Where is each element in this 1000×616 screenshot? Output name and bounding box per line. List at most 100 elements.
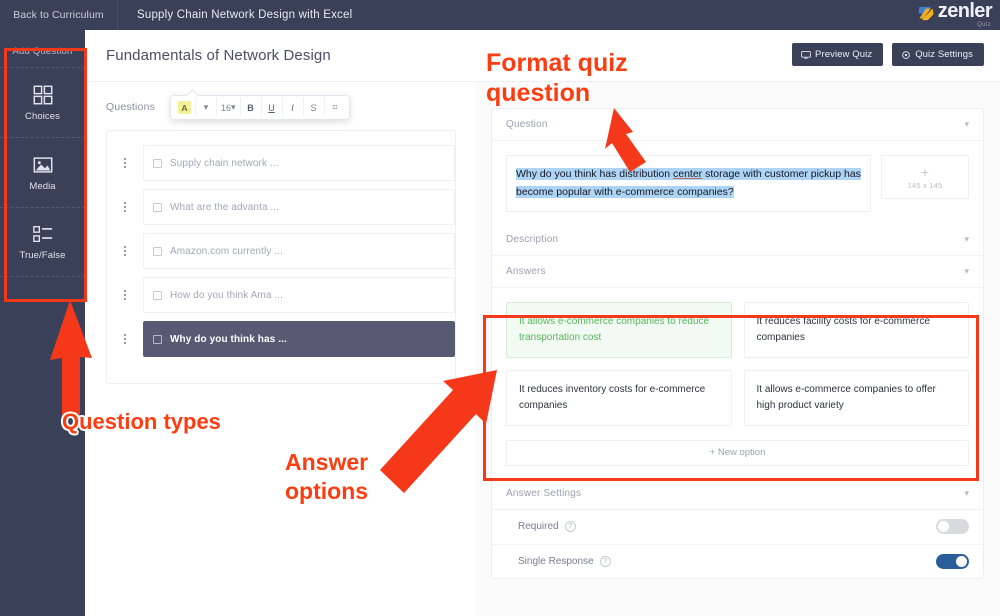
description-section-label: Description <box>506 233 559 245</box>
quiz-editor-screen: Back to Curriculum Supply Chain Network … <box>0 0 1000 616</box>
question-list-item-body[interactable]: What are the advanta ... <box>143 189 455 225</box>
link-button[interactable]: ⌗ <box>325 98 346 117</box>
text-color-dropdown[interactable]: ▾ <box>196 98 217 117</box>
question-list-item-body[interactable]: How do you think Ama ... <box>143 277 455 313</box>
question-list-item[interactable]: Supply chain network ... <box>107 145 455 181</box>
zenler-logo-text: zenler <box>937 0 993 22</box>
checkbox-icon <box>153 158 162 168</box>
zenler-logo-subtitle: Quiz <box>977 22 991 28</box>
top-bar: Back to Curriculum Supply Chain Network … <box>0 0 1000 30</box>
text-color-swatch: A <box>178 101 191 114</box>
header-actions: Preview Quiz Quiz Settings <box>792 43 984 66</box>
italic-button[interactable]: I <box>283 98 304 117</box>
drag-handle-icon[interactable] <box>107 334 143 344</box>
bold-button[interactable]: B <box>241 98 262 117</box>
question-type-media[interactable]: Media <box>0 137 85 207</box>
add-question-label: Add Question <box>12 46 73 57</box>
answer-option[interactable]: It reduces facility costs for e-commerce… <box>743 301 969 358</box>
monitor-icon <box>801 50 811 59</box>
chevron-down-icon[interactable]: ▾ <box>964 234 969 244</box>
question-list-item-body[interactable]: Supply chain network ... <box>143 145 455 181</box>
answer-setting-row: Required? <box>492 510 983 544</box>
back-to-curriculum-button[interactable]: Back to Curriculum <box>0 0 118 30</box>
help-icon[interactable]: ? <box>564 521 576 533</box>
panel-header: Fundamentals of Network Design Preview Q… <box>85 30 1000 82</box>
checkbox-icon <box>153 334 162 344</box>
answer-setting-toggle[interactable] <box>936 519 969 535</box>
questions-list: Supply chain network ... What are the adv… <box>106 130 456 384</box>
question-list-item-label: Why do you think has ... <box>170 333 287 345</box>
preview-quiz-label: Preview Quiz <box>815 49 873 60</box>
answer-setting-toggle[interactable] <box>936 553 969 569</box>
questions-column: Questions Supply chain network ... What a… <box>85 82 475 616</box>
font-size-select[interactable]: 16 ▾ <box>217 98 241 117</box>
question-type-choices[interactable]: Choices <box>0 67 85 137</box>
question-list-item[interactable]: Why do you think has ... <box>107 321 455 357</box>
question-edit-row: Why do you think has distribution center… <box>492 141 983 224</box>
image-dimensions-label: 145 x 145 <box>907 180 943 190</box>
question-type-media-label: Media <box>29 180 56 192</box>
checkbox-icon <box>153 246 162 256</box>
question-type-choices-label: Choices <box>24 110 61 122</box>
question-list-item[interactable]: What are the advanta ... <box>107 189 455 225</box>
font-size-value: 16 <box>221 102 232 113</box>
drag-handle-icon[interactable] <box>107 158 143 168</box>
image-icon <box>33 156 52 173</box>
question-type-true-false[interactable]: True/False <box>0 207 85 277</box>
gear-icon <box>902 50 911 59</box>
question-section-header[interactable]: Question ▾ <box>492 109 983 141</box>
zenler-logo[interactable]: zenler Quiz <box>916 0 993 28</box>
answers-section-header[interactable]: Answers ▾ <box>492 256 983 288</box>
question-editor-card: Question ▾ Why do you think has distribu… <box>491 108 984 579</box>
checkbox-icon <box>153 290 162 300</box>
preview-quiz-button[interactable]: Preview Quiz <box>792 43 884 66</box>
answer-option[interactable]: It allows e-commerce companies to offer … <box>743 369 969 426</box>
strikethrough-button[interactable]: S <box>304 98 325 117</box>
answer-settings-section-header[interactable]: Answer Settings ▾ <box>492 478 983 510</box>
drag-handle-icon[interactable] <box>107 290 143 300</box>
answer-setting-label-wrap: Single Response? <box>518 555 611 567</box>
question-list-item[interactable]: Amazon.com currently ... <box>107 233 455 269</box>
question-list-item-label: What are the advanta ... <box>170 201 280 213</box>
underline-button[interactable]: U <box>262 98 283 117</box>
chevron-down-icon[interactable]: ▾ <box>964 488 969 498</box>
quiz-settings-label: Quiz Settings <box>915 49 973 60</box>
answers-section-label: Answers <box>506 265 546 277</box>
help-icon[interactable]: ? <box>599 555 611 567</box>
page-title: Fundamentals of Network Design <box>106 47 331 64</box>
question-list-item-label: Supply chain network ... <box>170 157 279 169</box>
question-section-label: Question <box>506 119 548 130</box>
answer-setting-row: Single Response? <box>492 543 983 578</box>
question-types-rail: Add Question Choices Media True/False <box>0 30 85 616</box>
question-list-item-body[interactable]: Amazon.com currently ... <box>143 233 455 269</box>
question-text: Why do you think has distribution center… <box>516 168 861 199</box>
question-list-item-label: How do you think Ama ... <box>170 289 284 301</box>
grid-squares-icon <box>33 85 52 104</box>
text-color-button[interactable]: A <box>174 98 196 117</box>
checkbox-icon <box>153 202 162 212</box>
course-title: Supply Chain Network Design with Excel <box>137 9 353 21</box>
answer-settings-section-label: Answer Settings <box>506 487 582 499</box>
question-editor-column: Question ▾ Why do you think has distribu… <box>475 82 1000 616</box>
checkbox-list-icon <box>32 225 52 243</box>
chevron-down-icon[interactable]: ▾ <box>964 120 969 129</box>
new-option-button[interactable]: + New option <box>506 439 969 466</box>
plus-icon: + <box>920 163 930 180</box>
chevron-down-icon[interactable]: ▾ <box>964 266 969 276</box>
question-list-item[interactable]: How do you think Ama ... <box>107 277 455 313</box>
answer-option-correct[interactable]: It allows e-commerce companies to reduce… <box>506 301 732 358</box>
question-text-input[interactable]: Why do you think has distribution center… <box>506 155 871 212</box>
question-list-item-body[interactable]: Why do you think has ... <box>143 321 455 357</box>
description-section-header[interactable]: Description ▾ <box>492 224 983 256</box>
text-format-toolbar: A ▾ 16 ▾ B U I S ⌗ <box>170 95 350 120</box>
drag-handle-icon[interactable] <box>107 246 143 256</box>
answer-setting-label: Required <box>518 521 559 533</box>
chevron-down-icon: ▾ <box>231 102 236 112</box>
answer-setting-label: Single Response <box>518 555 594 567</box>
quiz-settings-button[interactable]: Quiz Settings <box>892 43 984 66</box>
answer-settings-list: Required? Single Response? <box>492 510 983 578</box>
question-type-true-false-label: True/False <box>19 250 66 261</box>
drag-handle-icon[interactable] <box>107 202 143 212</box>
question-image-upload[interactable]: + 145 x 145 <box>881 155 969 199</box>
answer-option[interactable]: It reduces inventory costs for e-commerc… <box>506 369 732 426</box>
